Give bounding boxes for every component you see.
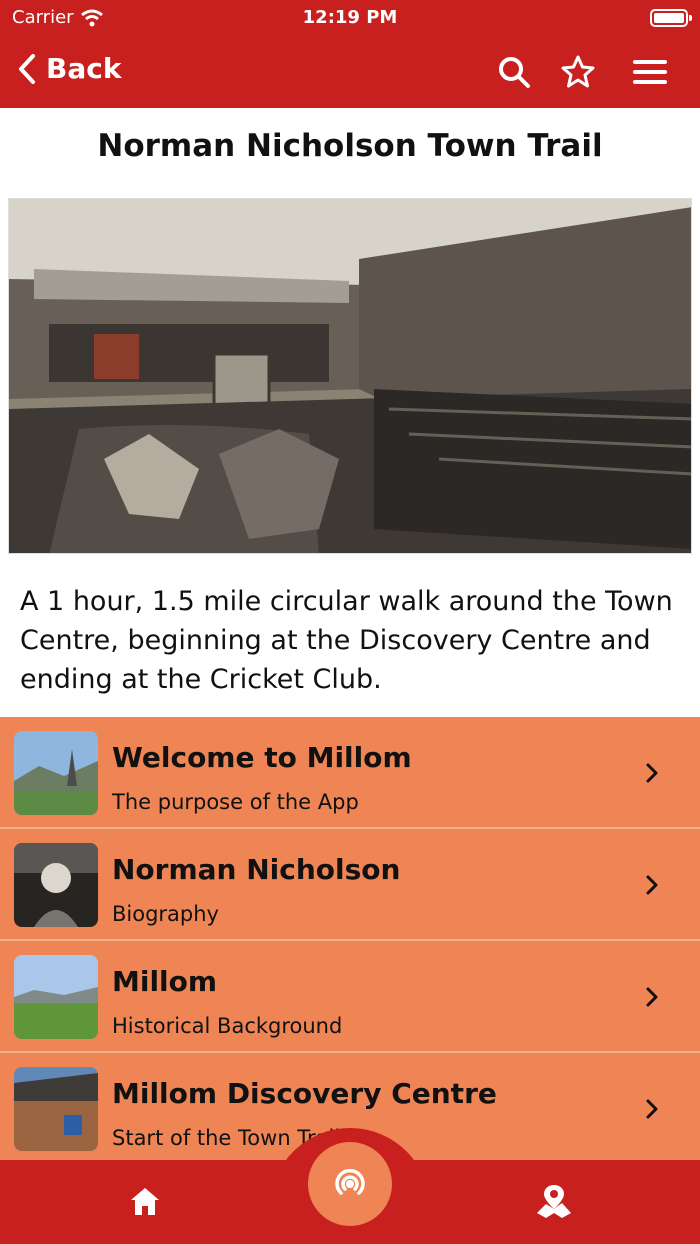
back-button[interactable]: Back (18, 52, 121, 85)
home-icon[interactable] (128, 1184, 162, 1218)
status-time: 12:19 PM (302, 7, 398, 28)
list-item-title: Millom (112, 965, 218, 998)
audio-play-button[interactable] (302, 1136, 398, 1232)
audio-icon (335, 1168, 365, 1195)
list-item-millom[interactable]: Millom Historical Background (0, 941, 700, 1053)
status-bar: Carrier 12:19 PM (0, 0, 700, 36)
chevron-right-icon (646, 1099, 658, 1119)
top-bar: Carrier 12:19 PM Back (0, 0, 700, 108)
list-item-welcome[interactable]: Welcome to Millom The purpose of the App (0, 717, 700, 829)
list-item-title: Norman Nicholson (112, 853, 401, 886)
town-trail-photo (8, 198, 692, 554)
map-icon[interactable] (534, 1182, 574, 1220)
list-item-title: Welcome to Millom (112, 741, 412, 774)
menu-icon[interactable] (632, 54, 668, 90)
list-item-subtitle: Biography (112, 902, 219, 926)
list-item-subtitle: Historical Background (112, 1014, 343, 1038)
welcome-thumbnail (14, 731, 98, 815)
battery-icon (650, 9, 692, 27)
trail-stop-list: Welcome to Millom The purpose of the App… (0, 717, 700, 1161)
trail-description: A 1 hour, 1.5 mile circular walk around … (20, 586, 673, 695)
chevron-right-icon (646, 987, 658, 1007)
millom-thumbnail (14, 955, 98, 1039)
page-title: Norman Nicholson Town Trail (97, 128, 603, 164)
chevron-left-icon (19, 53, 35, 84)
search-icon[interactable] (496, 54, 532, 90)
star-icon[interactable] (560, 54, 596, 90)
discovery-centre-thumbnail (14, 1067, 98, 1151)
chevron-right-icon (646, 763, 658, 783)
list-item-title: Millom Discovery Centre (112, 1077, 497, 1110)
norman-nicholson-thumbnail (14, 843, 98, 927)
list-item-subtitle: The purpose of the App (112, 790, 359, 814)
list-item-norman-nicholson[interactable]: Norman Nicholson Biography (0, 829, 700, 941)
chevron-right-icon (646, 875, 658, 895)
navigation-bar: Back (0, 40, 700, 104)
back-label: Back (46, 52, 122, 85)
